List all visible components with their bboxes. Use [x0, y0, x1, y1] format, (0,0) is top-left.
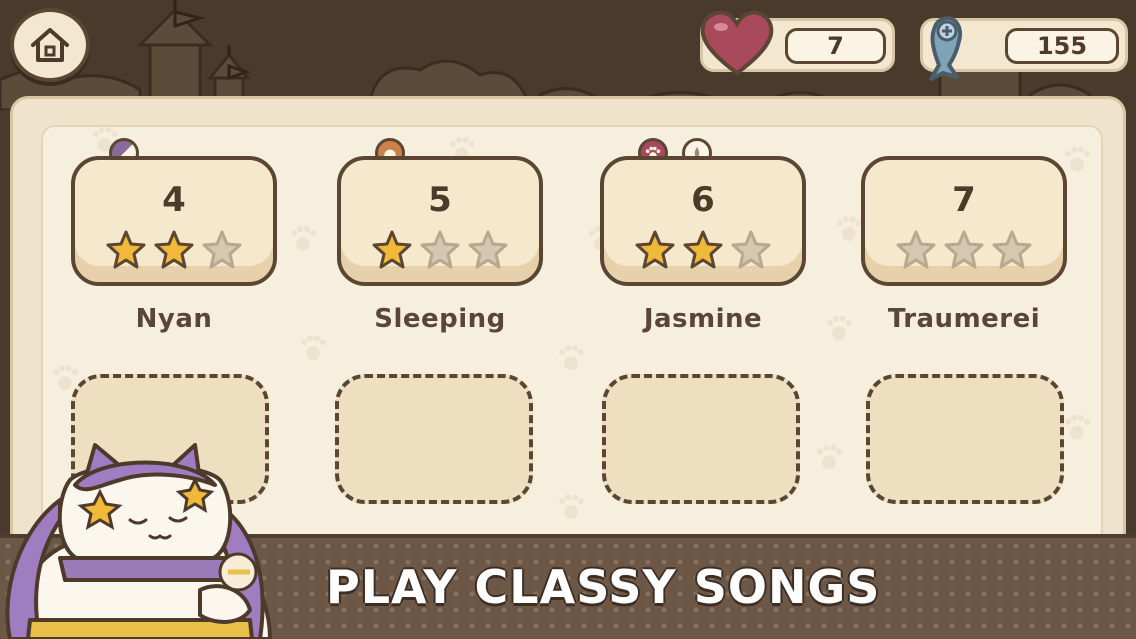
song-title: Traumerei [887, 304, 1041, 334]
song-level-card: 7 [861, 156, 1067, 286]
star-rating [341, 230, 539, 270]
song-level-card: 5 [337, 156, 543, 286]
star-filled-icon [154, 230, 194, 269]
lives-value: 7 [785, 28, 886, 64]
song-level-card: 4 [71, 156, 277, 286]
star-empty-icon [420, 230, 460, 269]
star-filled-icon [372, 230, 412, 269]
star-rating [75, 230, 273, 270]
fish-value: 155 [1005, 28, 1119, 64]
star-empty-icon [944, 230, 984, 269]
song-number: 7 [952, 180, 976, 220]
fish-plus-icon [929, 16, 962, 81]
star-filled-icon [635, 230, 675, 269]
song-title: Jasmine [643, 304, 763, 334]
song-level-card: 6 [600, 156, 806, 286]
star-empty-icon [992, 230, 1032, 269]
star-empty-icon [468, 230, 508, 269]
star-filled-icon [106, 230, 146, 269]
song-number: 5 [428, 180, 452, 220]
promo-banner-title: PLAY CLASSY SONGS [326, 560, 881, 614]
star-empty-icon [731, 230, 771, 269]
star-empty-icon [202, 230, 242, 269]
star-rating [604, 230, 802, 270]
song-number: 4 [162, 180, 186, 220]
song-number: 6 [691, 180, 715, 220]
song-title: Nyan [135, 304, 213, 334]
star-rating [865, 230, 1063, 270]
home-button[interactable] [10, 8, 90, 82]
fish-counter: 155 [920, 16, 1128, 81]
song-card-1[interactable]: 4 Nyan [71, 138, 277, 334]
cat-mascot-illustration [5, 443, 272, 639]
locked-song-slot [602, 374, 800, 504]
star-filled-icon [683, 230, 723, 269]
locked-song-slot [335, 374, 533, 504]
song-title: Sleeping [374, 304, 506, 334]
home-icon [31, 28, 69, 62]
star-empty-icon [896, 230, 936, 269]
lives-counter: 7 [700, 10, 895, 76]
song-card-2[interactable]: 5 Sleeping [337, 138, 543, 334]
song-card-3[interactable]: 6 Jasmine [600, 138, 806, 334]
song-card-4[interactable]: 7 Traumerei [861, 156, 1067, 334]
locked-song-slot [866, 374, 1064, 504]
heart-icon [700, 10, 774, 76]
